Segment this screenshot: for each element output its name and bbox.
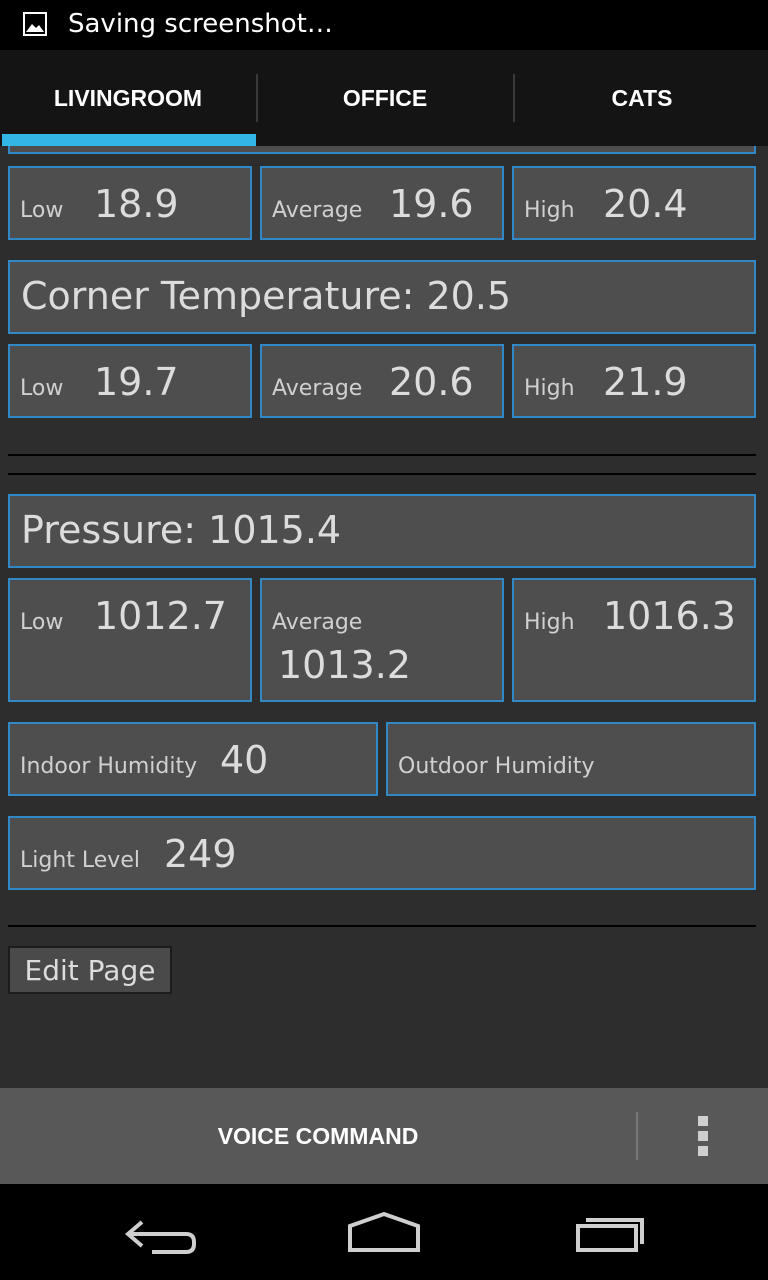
high-value: 1016.3 (603, 594, 736, 638)
section-divider (8, 454, 756, 456)
edit-page-button[interactable]: Edit Page (8, 946, 172, 994)
selected-tab-indicator (2, 134, 256, 146)
high-value: 21.9 (603, 360, 688, 404)
corner-temperature-title-box: Corner Temperature: 20.5 (8, 260, 756, 334)
recents-icon[interactable] (550, 1204, 670, 1264)
bottom-action-bar: VOICE COMMAND (0, 1088, 768, 1184)
average-stat-box: Average 20.6 (260, 344, 504, 418)
outdoor-humidity-label: Outdoor Humidity (398, 754, 595, 779)
outdoor-humidity-box: Outdoor Humidity (386, 722, 756, 796)
light-level-value: 249 (164, 832, 237, 876)
tab-bar: LIVINGROOM OFFICE CATS (0, 50, 768, 146)
sensor-content[interactable]: Low 18.9 Average 19.6 High 20.4 Corner T… (0, 146, 768, 1088)
tab-livingroom[interactable]: LIVINGROOM (0, 50, 256, 146)
high-value: 20.4 (603, 182, 688, 226)
low-stat-box: Low 1012.7 (8, 578, 252, 702)
low-value: 1012.7 (94, 594, 227, 638)
overflow-menu-icon[interactable] (676, 1088, 730, 1184)
indoor-humidity-value: 40 (220, 738, 269, 782)
high-label: High (524, 610, 575, 635)
average-value: 1013.2 (278, 643, 411, 687)
low-label: Low (20, 610, 64, 635)
back-icon[interactable] (100, 1204, 220, 1264)
tab-cats[interactable]: CATS (514, 50, 768, 146)
low-stat-box: Low 19.7 (8, 344, 252, 418)
section-divider (8, 473, 756, 475)
high-stat-box: High 20.4 (512, 166, 756, 240)
pressure-title: Pressure: 1015.4 (21, 508, 342, 552)
voice-command-button[interactable]: VOICE COMMAND (0, 1088, 636, 1184)
pressure-title-box: Pressure: 1015.4 (8, 494, 756, 568)
average-label: Average (272, 610, 363, 635)
indoor-humidity-box: Indoor Humidity 40 (8, 722, 378, 796)
average-label: Average (272, 198, 363, 223)
low-value: 19.7 (94, 360, 179, 404)
low-label: Low (20, 198, 64, 223)
average-stat-box: Average 1013.2 (260, 578, 504, 702)
image-icon (23, 12, 47, 36)
low-stat-box: Low 18.9 (8, 166, 252, 240)
average-stat-box: Average 19.6 (260, 166, 504, 240)
low-value: 18.9 (94, 182, 179, 226)
home-icon[interactable] (324, 1204, 444, 1264)
average-label: Average (272, 376, 363, 401)
corner-temperature-title: Corner Temperature: 20.5 (21, 274, 512, 318)
high-label: High (524, 376, 575, 401)
light-level-label: Light Level (20, 848, 140, 873)
section-divider (8, 925, 756, 927)
action-divider (636, 1112, 638, 1160)
indoor-humidity-label: Indoor Humidity (20, 754, 198, 779)
previous-sensor-title-box (8, 146, 756, 154)
tab-office[interactable]: OFFICE (257, 50, 513, 146)
average-value: 20.6 (389, 360, 474, 404)
high-label: High (524, 198, 575, 223)
light-level-box: Light Level 249 (8, 816, 756, 890)
status-notification-text: Saving screenshot… (68, 9, 333, 39)
navigation-bar (0, 1184, 768, 1280)
low-label: Low (20, 376, 64, 401)
status-bar: Saving screenshot… (0, 0, 768, 50)
average-value: 19.6 (389, 182, 474, 226)
high-stat-box: High 1016.3 (512, 578, 756, 702)
high-stat-box: High 21.9 (512, 344, 756, 418)
